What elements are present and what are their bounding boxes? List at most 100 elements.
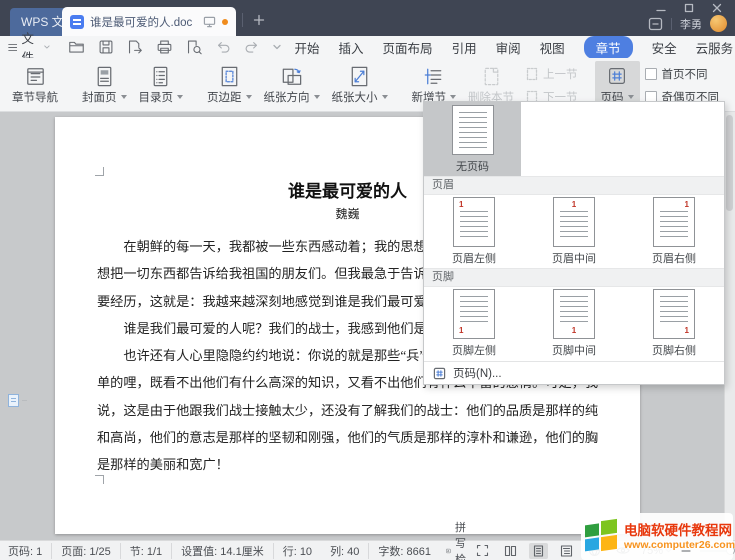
tab-page-layout[interactable]: 页面布局	[383, 38, 433, 57]
tab-cloud[interactable]: 云服务	[696, 38, 734, 57]
spellcheck-toggle[interactable]: 拼写检查	[446, 519, 473, 560]
tab-review[interactable]: 审阅	[496, 38, 521, 57]
two-page-view-button[interactable]	[501, 543, 520, 559]
watermark-site-name: 电脑软硬件教程网	[624, 523, 735, 539]
document-line: 是那样的美丽和宽广！	[97, 451, 598, 478]
more-history-chevron-icon[interactable]	[273, 44, 281, 50]
cover-page-button[interactable]: 封面页	[76, 61, 133, 109]
group-header-label: 页眉	[424, 176, 724, 195]
status-page-count: 页面: 1/25	[52, 543, 121, 559]
prev-section-button[interactable]: 上一节	[525, 66, 578, 82]
plus-icon	[253, 14, 265, 26]
maximize-button[interactable]	[675, 0, 703, 16]
print-preview-icon[interactable]	[186, 39, 202, 55]
checkbox-empty-icon	[645, 68, 657, 80]
watermark-site-url: www.computer26.com	[624, 539, 735, 551]
close-button[interactable]	[703, 0, 731, 16]
undo-icon[interactable]	[215, 40, 231, 54]
document-tab[interactable]: 谁是最可爱的人.doc	[62, 7, 236, 36]
tab-home[interactable]: 开始	[295, 38, 320, 57]
tab-insert[interactable]: 插入	[339, 38, 364, 57]
dropdown-top-row: 无页码	[424, 102, 724, 176]
footer-center-thumbnail: 1	[553, 289, 595, 339]
redo-icon[interactable]	[244, 40, 260, 54]
option-header-right[interactable]: 1 页眉右侧	[624, 195, 724, 267]
toc-page-icon	[148, 64, 173, 89]
fullscreen-icon	[476, 544, 489, 557]
section-nav-button[interactable]: 章节导航	[6, 61, 64, 109]
tab-security[interactable]: 安全	[652, 38, 677, 57]
vertical-scrollbar[interactable]	[724, 112, 735, 540]
page-number-dialog-entry[interactable]: 页码(N)...	[424, 362, 724, 384]
page-number-dropdown: 无页码 页眉 1 页眉左侧 1 页眉中间 1 页眉右侧 页脚 1 页脚左侧	[423, 101, 725, 385]
menubar: 文件 开始 插入 页面布局 引用 审阅 视图 章节 安全 云服务 查找	[0, 36, 735, 58]
scrollbar-thumb[interactable]	[726, 115, 733, 211]
document-line: 和高尚，他们的意志是那样的坚韧和刚强，他们的气质是那样的淳朴和谦逊，他们的胸怀	[97, 424, 598, 451]
paper-orientation-button[interactable]: 纸张方向	[258, 61, 326, 109]
status-page-number: 页码: 1	[8, 543, 52, 559]
page-view-button[interactable]	[529, 543, 548, 559]
new-section-icon	[421, 64, 446, 89]
margin-corner-mark	[95, 167, 104, 176]
user-avatar[interactable]	[710, 15, 727, 32]
footer-left-thumbnail: 1	[453, 289, 495, 339]
option-footer-center[interactable]: 1 页脚中间	[524, 287, 624, 359]
option-header-center[interactable]: 1 页眉中间	[524, 195, 624, 267]
watermark-text: 电脑软硬件教程网 www.computer26.com	[624, 523, 735, 551]
writer-doc-icon	[70, 15, 84, 29]
footer-options-row: 1 页脚左侧 1 页脚中间 1 页脚右侧	[424, 287, 724, 359]
toc-page-button[interactable]: 目录页	[133, 61, 190, 109]
option-header-left[interactable]: 1 页眉左侧	[424, 195, 524, 267]
maximize-icon	[684, 3, 694, 13]
spellcheck-icon	[446, 545, 451, 557]
new-tab-button[interactable]	[250, 11, 268, 29]
user-area: 李勇	[648, 15, 727, 32]
cover-page-icon	[92, 64, 117, 89]
minimize-button[interactable]	[647, 0, 675, 16]
page-number-icon	[605, 64, 629, 88]
delete-section-icon	[479, 64, 504, 89]
option-no-page-number[interactable]: 无页码	[424, 102, 521, 176]
tab-references[interactable]: 引用	[452, 38, 477, 57]
menu-tabs: 开始 插入 页面布局 引用 审阅 视图 章节 安全 云服务	[295, 36, 734, 59]
window-controls	[647, 0, 731, 16]
print-icon[interactable]	[156, 39, 173, 55]
tab-section-active[interactable]: 章节	[584, 36, 633, 59]
group-footer-label: 页脚	[424, 268, 724, 287]
paper-size-button[interactable]: 纸张大小	[326, 61, 394, 109]
page-view-icon	[532, 545, 545, 557]
export-pdf-icon[interactable]	[127, 39, 143, 55]
zoom-out-button[interactable]	[681, 546, 691, 556]
annotation-page-icon	[8, 394, 19, 407]
header-options-row: 1 页眉左侧 1 页眉中间 1 页眉右侧	[424, 195, 724, 267]
save-icon[interactable]	[98, 39, 114, 55]
two-page-icon	[504, 545, 517, 557]
wps-writer-window: WPS 文字 谁是最可爱的人.doc	[0, 0, 735, 560]
fullscreen-view-button[interactable]	[473, 543, 492, 559]
margin-annotation[interactable]	[8, 394, 27, 407]
minimize-icon	[656, 3, 666, 13]
status-word-count[interactable]: 字数: 8661	[369, 543, 440, 559]
document-tab-title: 谁是最可爱的人.doc	[90, 14, 197, 30]
header-right-thumbnail: 1	[653, 197, 695, 247]
unsaved-dot-icon	[222, 19, 228, 25]
workspace-icon[interactable]	[648, 17, 663, 31]
option-footer-right[interactable]: 1 页脚右侧	[624, 287, 724, 359]
user-separator	[671, 18, 672, 30]
outline-view-button[interactable]	[557, 543, 576, 559]
no-page-number-thumbnail	[452, 105, 494, 155]
user-name[interactable]: 李勇	[680, 16, 702, 32]
prev-section-icon	[525, 67, 539, 81]
close-icon	[712, 3, 722, 13]
site-watermark: 电脑软硬件教程网 www.computer26.com	[581, 513, 733, 560]
header-center-thumbnail: 1	[553, 197, 595, 247]
titlebar: WPS 文字 谁是最可爱的人.doc	[0, 0, 735, 36]
option-footer-left[interactable]: 1 页脚左侧	[424, 287, 524, 359]
status-setting-value: 设置值: 14.1厘米	[172, 543, 274, 559]
margins-button[interactable]: 页边距	[201, 61, 258, 109]
first-page-diff-checkbox[interactable]: 首页不同	[645, 66, 720, 82]
footer-right-thumbnail: 1	[653, 289, 695, 339]
tab-view[interactable]: 视图	[540, 38, 565, 57]
open-folder-icon[interactable]	[68, 39, 85, 55]
page-number-small-icon	[433, 367, 446, 380]
